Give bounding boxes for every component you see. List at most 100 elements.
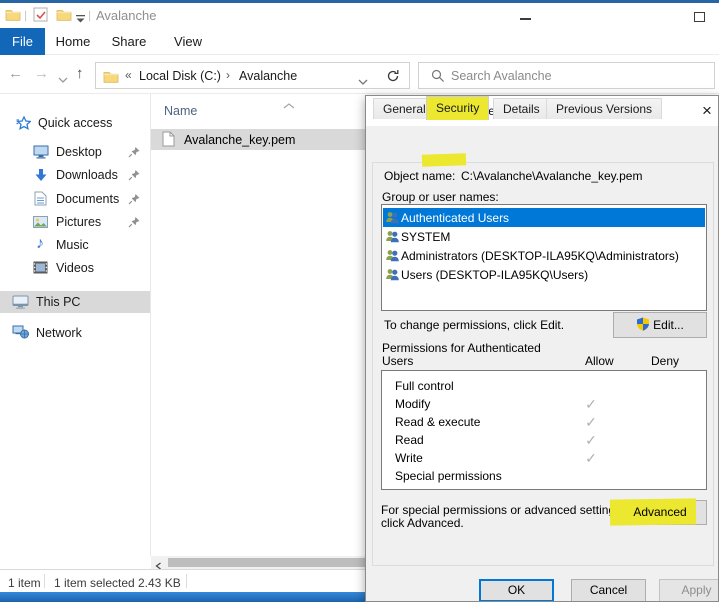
advanced-button-label: Advanced [633, 505, 686, 519]
status-item-count: 1 item [8, 576, 41, 590]
this-pc-icon [12, 295, 29, 313]
object-name-value: C:\Avalanche\Avalanche_key.pem [461, 169, 642, 183]
address-dropdown-chevron-icon[interactable] [358, 74, 368, 88]
qat-customize-chevron-icon[interactable] [76, 12, 85, 26]
object-name-label: Object name: [384, 169, 455, 183]
refresh-button[interactable] [377, 62, 410, 89]
sidebar-item-label: Desktop [56, 145, 102, 159]
permission-name: Full control [395, 379, 454, 393]
sidebar-item-label: Documents [56, 192, 119, 206]
status-selected-count: 1 item selected [54, 576, 135, 590]
allow-column-header: Allow [585, 354, 614, 368]
search-icon [431, 69, 445, 86]
deny-column-header: Deny [651, 354, 679, 368]
sort-ascending-chevron-icon[interactable] [283, 98, 295, 112]
pin-icon [128, 193, 140, 208]
tab-security[interactable]: Security [426, 96, 489, 120]
sidebar-item-label: Network [36, 326, 82, 340]
sidebar-item-this-pc[interactable]: This PC [0, 291, 150, 313]
pictures-icon [33, 216, 48, 231]
group-name: SYSTEM [401, 230, 450, 244]
allow-checkmark: ✓ [580, 450, 602, 467]
pin-icon [128, 169, 140, 184]
ribbon-tab-home[interactable]: Home [47, 28, 99, 55]
advanced-hint-line1: For special permissions or advanced sett… [381, 503, 624, 517]
group-row-users[interactable]: Users (DESKTOP-ILA95KQ\Users) [383, 265, 705, 284]
explorer-window: | | Avalanche File Home Share View ← → ↑ [0, 0, 719, 602]
maximize-button[interactable] [694, 12, 705, 22]
edit-button-label: Edit... [653, 318, 684, 332]
group-row-administrators[interactable]: Administrators (DESKTOP-ILA95KQ\Administ… [383, 246, 705, 265]
group-user-listbox: Authenticated Users SYSTEM Administrator… [381, 204, 707, 311]
users-group-icon [385, 268, 400, 284]
recent-locations-chevron-icon[interactable] [58, 72, 68, 86]
tab-previous-versions[interactable]: Previous Versions [546, 98, 662, 119]
ok-button[interactable]: OK [479, 579, 554, 602]
status-separator [186, 574, 187, 588]
breadcrumb-local-disk[interactable]: Local Disk (C:) [139, 69, 221, 83]
sidebar-item-network[interactable]: Network [0, 322, 150, 344]
sidebar-item-label: Music [56, 238, 89, 252]
forward-icon[interactable]: → [34, 65, 49, 82]
dialog-close-icon[interactable]: × [696, 100, 718, 122]
scrollbar-thumb[interactable] [168, 558, 365, 567]
file-icon [162, 131, 175, 150]
group-row-authenticated-users[interactable]: Authenticated Users [383, 208, 705, 227]
navigation-bar: ← → ↑ « Local Disk (C:) › Avalanche [0, 55, 719, 94]
back-icon[interactable]: ← [8, 65, 23, 82]
breadcrumb-avalanche[interactable]: Avalanche [239, 69, 297, 83]
group-name: Administrators (DESKTOP-ILA95KQ\Administ… [401, 249, 679, 263]
sidebar-item-label: Pictures [56, 215, 101, 229]
minimize-button[interactable] [520, 18, 531, 20]
sidebar-item-quick-access[interactable]: Quick access [0, 112, 150, 134]
quick-access-star-icon [16, 116, 31, 133]
pin-icon [128, 146, 140, 161]
horizontal-scrollbar[interactable] [151, 556, 365, 569]
status-selected-size: 2.43 KB [138, 576, 181, 590]
permission-name: Modify [395, 397, 430, 411]
up-icon[interactable]: ↑ [76, 65, 84, 82]
pin-icon [128, 216, 140, 231]
window-title: Avalanche [96, 8, 156, 23]
permission-row: Write ✓ [382, 449, 706, 467]
sidebar-item-videos[interactable]: Videos [0, 257, 150, 279]
permission-row: Read ✓ [382, 431, 706, 449]
permission-name: Write [395, 451, 423, 465]
videos-icon [33, 261, 48, 277]
edit-button[interactable]: Edit... [613, 312, 707, 338]
uac-shield-icon [636, 315, 650, 339]
qat-properties-icon[interactable] [33, 7, 48, 25]
sidebar-item-music[interactable]: ♪ Music [0, 234, 150, 256]
users-group-icon [385, 249, 400, 265]
cancel-button[interactable]: Cancel [571, 579, 646, 602]
allow-checkmark: ✓ [580, 396, 602, 413]
sidebar-item-downloads[interactable]: Downloads [0, 164, 150, 186]
app-folder-icon [5, 8, 21, 24]
file-row-avalanche-key[interactable]: Avalanche_key.pem [151, 129, 365, 150]
ribbon-tab-bar: File Home Share View [0, 28, 719, 55]
apply-button[interactable]: Apply [659, 579, 719, 602]
column-header-name[interactable]: Name [164, 104, 197, 118]
cancel-button-label: Cancel [590, 583, 627, 597]
sidebar-item-documents[interactable]: Documents [0, 188, 150, 210]
advanced-button[interactable]: Advanced [613, 500, 707, 525]
ribbon-tab-view[interactable]: View [162, 28, 214, 55]
sidebar-item-desktop[interactable]: Desktop [0, 141, 150, 163]
permission-name: Special permissions [395, 469, 502, 483]
permission-row: Special permissions [382, 467, 706, 485]
file-name: Avalanche_key.pem [184, 133, 295, 147]
sidebar-item-pictures[interactable]: Pictures [0, 211, 150, 233]
address-bar[interactable]: « Local Disk (C:) › Avalanche [95, 62, 378, 89]
permission-row: Modify ✓ [382, 395, 706, 413]
group-names-label: Group or user names: [382, 190, 499, 204]
group-row-system[interactable]: SYSTEM [383, 227, 705, 246]
ribbon-tab-share[interactable]: Share [103, 28, 155, 55]
group-name: Authenticated Users [401, 211, 509, 225]
title-bar: | | Avalanche [0, 3, 719, 28]
ribbon-tab-file[interactable]: File [0, 28, 45, 55]
desktop-icon [33, 145, 49, 162]
breadcrumb-overflow-chevron[interactable]: « [125, 68, 132, 82]
qat-new-folder-icon[interactable] [56, 8, 72, 24]
tab-details[interactable]: Details [493, 98, 550, 119]
search-input[interactable] [449, 64, 709, 87]
